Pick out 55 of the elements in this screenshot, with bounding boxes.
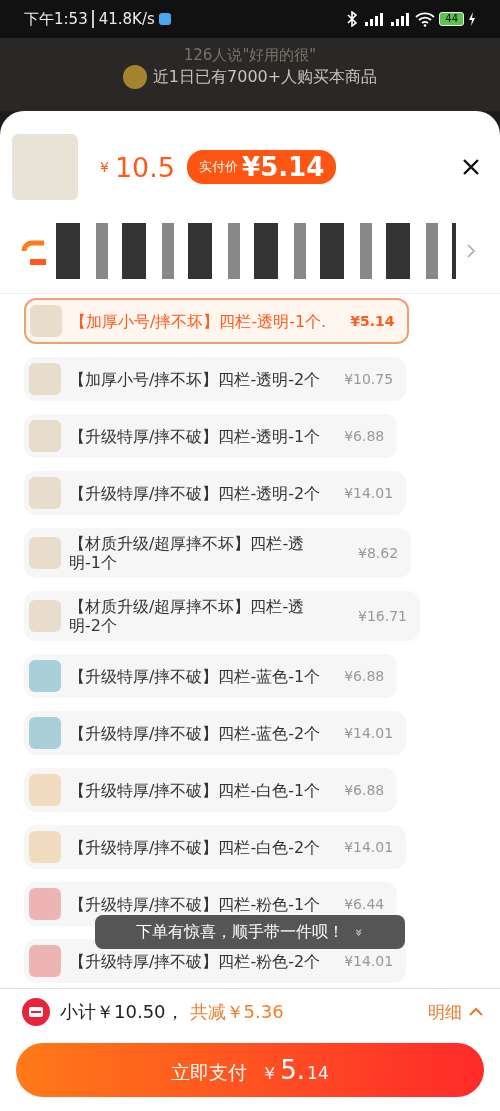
variant-option[interactable]: 【升级特厚/摔不破】四栏-蓝色-1个 ¥6.88	[24, 654, 398, 698]
variant-name: 【加厚小号/摔不坏】四栏-透明-2个	[69, 369, 321, 389]
variant-price: ¥6.88	[344, 428, 385, 444]
discount-text: 共减￥5.36	[189, 1000, 284, 1024]
variant-name: 【升级特厚/摔不破】四栏-白色-1个	[69, 780, 321, 800]
variant-name: 【升级特厚/摔不破】四栏-透明-2个	[69, 483, 321, 503]
signal-icon	[363, 12, 386, 26]
variant-option[interactable]: 【材质升级/超厚摔不坏】四栏-透明-1个 ¥8.62	[24, 528, 412, 578]
sales-text: 近1日已有7000+人购买本商品	[152, 66, 378, 88]
variant-price: ¥6.88	[344, 668, 385, 684]
variant-option[interactable]: 【升级特厚/摔不破】四栏-白色-1个 ¥6.88	[24, 768, 398, 812]
variant-name: 【升级特厚/摔不破】四栏-蓝色-1个	[69, 666, 321, 686]
review-text: 126人说"好用的很"	[183, 46, 317, 65]
variant-name: 【升级特厚/摔不破】四栏-蓝色-2个	[69, 723, 321, 743]
variant-price: ¥16.71	[358, 608, 407, 624]
variant-price: ¥14.01	[344, 953, 394, 969]
variant-option[interactable]: 【升级特厚/摔不破】四栏-白色-2个 ¥14.01	[24, 825, 407, 869]
variant-name: 【升级特厚/摔不破】四栏-透明-1个	[69, 426, 321, 446]
variant-price: ¥10.75	[344, 371, 394, 387]
chevron-up-icon[interactable]	[468, 1007, 484, 1017]
product-thumbnail	[12, 134, 78, 200]
signal-icon	[389, 12, 412, 26]
variant-name: 【材质升级/超厚摔不坏】四栏-透明-2个	[69, 597, 306, 635]
variant-price: ¥6.44	[344, 896, 385, 912]
chevron-right-icon[interactable]	[466, 243, 476, 259]
pay-price-label: 实付价	[199, 158, 239, 176]
app-notification-icon	[158, 13, 171, 25]
variant-option[interactable]: 【材质升级/超厚摔不坏】四栏-透明-2个 ¥16.71	[24, 591, 420, 641]
variant-price: ¥5.14	[350, 313, 395, 329]
price-symbol: ¥	[100, 159, 109, 175]
bluetooth-icon	[345, 11, 360, 27]
variant-price: ¥14.01	[344, 725, 394, 741]
variant-price: ¥8.62	[358, 545, 399, 561]
double-chevron-icon[interactable]: »	[352, 928, 368, 936]
variant-name: 【材质升级/超厚摔不坏】四栏-透明-1个	[69, 534, 306, 572]
variant-price: ¥6.88	[344, 782, 385, 798]
subtotal-text: 小计￥10.50，	[60, 1000, 184, 1024]
variant-price: ¥14.01	[344, 485, 394, 501]
status-time: 下午1:53	[24, 9, 88, 29]
variant-option[interactable]: 【升级特厚/摔不破】四栏-蓝色-2个 ¥14.01	[24, 711, 407, 755]
variant-option[interactable]: 【升级特厚/摔不破】四栏-透明-2个 ¥14.01	[24, 471, 407, 515]
variant-name: 【升级特厚/摔不破】四栏-粉色-1个	[69, 894, 321, 914]
product-price: 10.5	[114, 151, 176, 183]
pay-price: ¥5.14	[242, 152, 325, 182]
variant-name: 【升级特厚/摔不破】四栏-粉色-2个	[69, 951, 321, 971]
variant-option[interactable]: 【升级特厚/摔不破】四栏-透明-1个 ¥6.88	[24, 414, 398, 458]
variant-price: ¥14.01	[344, 839, 394, 855]
battery-icon: 44	[439, 12, 464, 26]
variant-option[interactable]: 【加厚小号/摔不坏】四栏-透明-2个 ¥10.75	[24, 357, 407, 401]
variant-name: 【升级特厚/摔不破】四栏-白色-2个	[69, 837, 321, 857]
network-speed: 41.8K/s	[91, 10, 155, 28]
wifi-icon	[415, 11, 436, 27]
coupon-icon	[22, 998, 50, 1026]
charging-icon	[468, 12, 476, 26]
variant-name: 【加厚小号/摔不坏】四栏-透明-1个.	[70, 311, 327, 331]
